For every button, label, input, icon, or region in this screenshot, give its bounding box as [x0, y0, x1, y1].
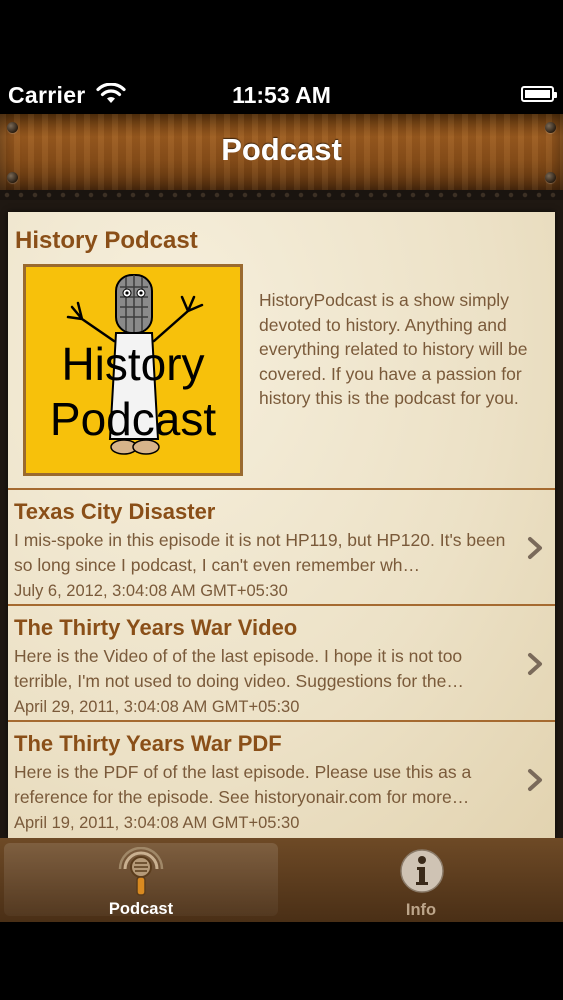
tab-podcast[interactable]: Podcast — [4, 843, 278, 918]
info-icon — [400, 849, 444, 893]
episode-summary: Here is the Video of of the last episode… — [14, 646, 464, 691]
episode-list-view[interactable]: History Podcast History Podcast HistoryP… — [0, 200, 563, 838]
rivet-icon — [7, 172, 18, 183]
clock: 11:53 AM — [232, 82, 331, 108]
podcast-artwork: History Podcast — [23, 264, 243, 476]
episode-summary: Here is the PDF of of the last episode. … — [14, 762, 472, 807]
artwork-text-line-2: Podcast — [49, 393, 217, 445]
episode-title: The Thirty Years War PDF — [14, 731, 282, 756]
episode-title: Texas City Disaster — [14, 499, 216, 524]
episode-summary: I mis-spoke in this episode it is not HP… — [14, 530, 506, 575]
navigation-bar: Podcast — [0, 114, 563, 190]
episode-date: July 6, 2012, 3:04:08 AM GMT+05:30 — [14, 582, 288, 600]
battery-icon — [521, 86, 557, 102]
episode-row[interactable]: The Thirty Years War Video Here is the V… — [8, 604, 555, 720]
podcast-name: History Podcast — [15, 227, 198, 254]
tab-label: Podcast — [108, 900, 174, 918]
podcast-description: HistoryPodcast is a show simply devoted … — [259, 290, 528, 408]
chevron-right-icon — [528, 537, 542, 559]
tab-bar: Podcast Info — [0, 838, 563, 922]
parchment-panel: History Podcast History Podcast HistoryP… — [8, 212, 555, 838]
artwork-text-line-1: History — [61, 338, 205, 390]
episode-title: The Thirty Years War Video — [14, 615, 298, 640]
tab-info[interactable]: Info — [283, 838, 559, 922]
episode-row[interactable]: Texas City Disaster I mis-spoke in this … — [8, 488, 555, 604]
episode-row[interactable]: The Thirty Years War PDF Here is the PDF… — [8, 720, 555, 836]
tab-label: Info — [405, 901, 437, 919]
episode-date: April 19, 2011, 3:04:08 AM GMT+05:30 — [14, 814, 300, 832]
stitched-divider — [0, 190, 563, 200]
status-bar: Carrier 11:53 AM — [0, 0, 563, 114]
episode-date: April 29, 2011, 3:04:08 AM GMT+05:30 — [14, 698, 300, 716]
chevron-right-icon — [528, 653, 542, 675]
rivet-icon — [545, 172, 556, 183]
podcast-header: History Podcast History Podcast HistoryP… — [8, 212, 555, 488]
microphone-icon — [118, 847, 164, 896]
chevron-right-icon — [528, 769, 542, 791]
page-title: Podcast — [221, 132, 342, 167]
screen-bottom — [0, 922, 563, 1000]
